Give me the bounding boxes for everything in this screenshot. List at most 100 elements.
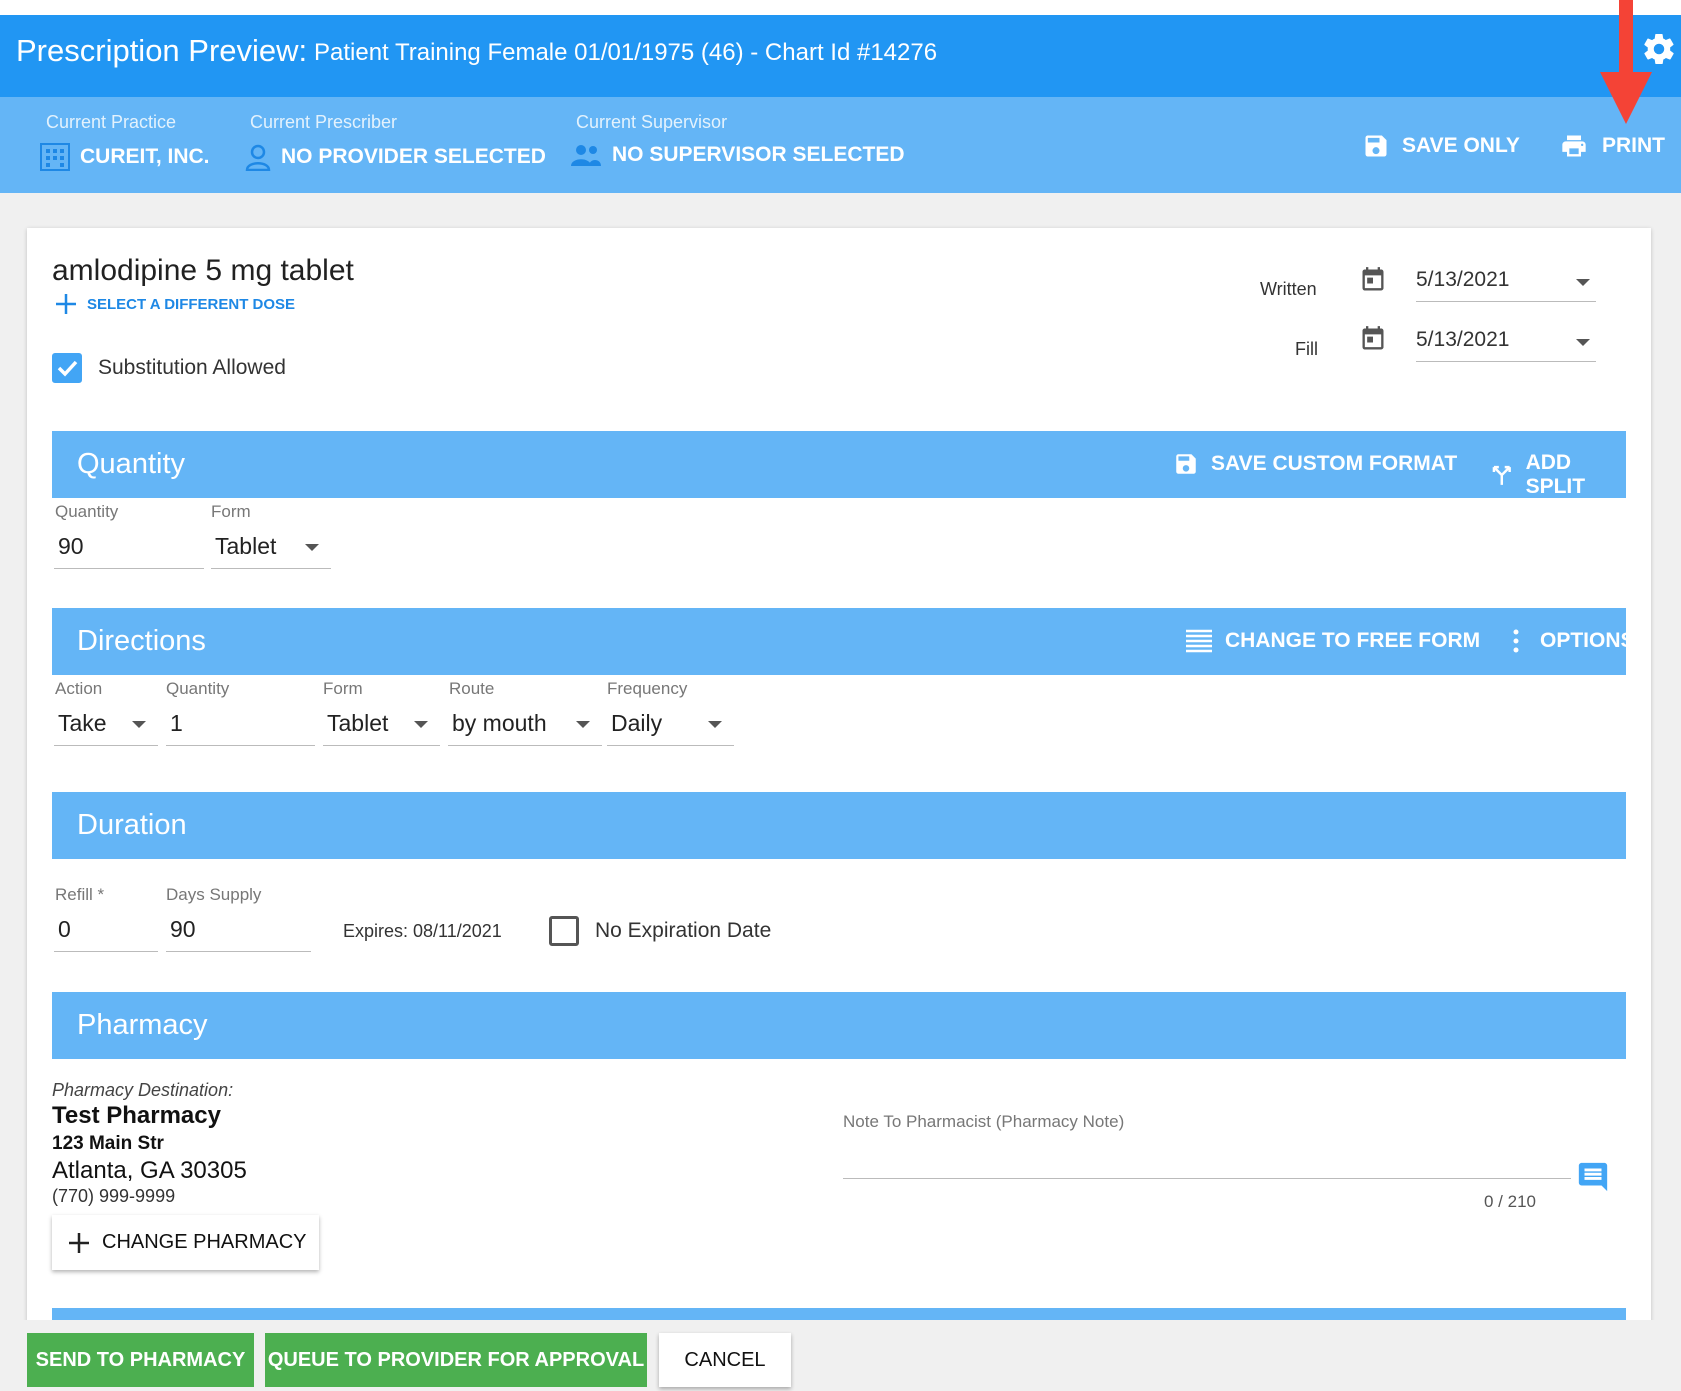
duration-title: Duration (77, 809, 187, 841)
queue-to-provider-button[interactable]: QUEUE TO PROVIDER FOR APPROVAL (265, 1333, 647, 1387)
pharmacy-section-header: Pharmacy (52, 992, 1626, 1059)
form-select[interactable]: Tablet (211, 525, 331, 569)
print-button[interactable]: PRINT (1558, 132, 1665, 160)
free-form-icon (1186, 629, 1212, 653)
practice-selector[interactable]: CUREIT, INC. (40, 143, 210, 171)
directions-quantity-input[interactable]: 1 (166, 702, 315, 746)
chevron-down-icon (1576, 279, 1590, 286)
frequency-select[interactable]: Daily (607, 702, 734, 746)
quantity-label: Quantity (55, 502, 119, 521)
directions-quantity-value: 1 (170, 710, 183, 736)
more-vert-icon (1513, 629, 1519, 653)
fill-label: Fill (1295, 339, 1318, 359)
save-only-button[interactable]: SAVE ONLY (1362, 132, 1520, 160)
add-split-button[interactable]: ADD SPLIT (1490, 451, 1626, 499)
no-expiration-checkbox[interactable]: No Expiration Date (549, 916, 771, 946)
chevron-down-icon (576, 721, 590, 728)
refill-input[interactable]: 0 (54, 908, 158, 952)
annotation-arrow-icon (1600, 0, 1652, 124)
pharmacy-address-line2: Atlanta, GA 30305 (52, 1157, 247, 1184)
person-icon (245, 144, 271, 171)
check-icon (57, 360, 78, 377)
directions-form-select[interactable]: Tablet (323, 702, 440, 746)
footer-actions: SEND TO PHARMACY QUEUE TO PROVIDER FOR A… (0, 1320, 1681, 1391)
page-title: Prescription Preview: (16, 33, 308, 68)
select-different-dose-button[interactable]: SELECT A DIFFERENT DOSE (55, 293, 295, 315)
action-select[interactable]: Take (54, 702, 158, 746)
written-date-value: 5/13/2021 (1416, 268, 1510, 291)
pharmacist-note-input[interactable] (843, 1140, 1571, 1178)
patient-info: Patient Training Female 01/01/1975 (46) … (314, 39, 938, 66)
checkbox-unchecked[interactable] (549, 916, 579, 946)
building-icon (40, 143, 70, 171)
printer-icon (1562, 135, 1586, 157)
pharmacist-note-label: Note To Pharmacist (Pharmacy Note) (843, 1112, 1125, 1131)
refill-value: 0 (58, 916, 71, 942)
split-icon (1492, 465, 1511, 485)
quantity-input[interactable]: 90 (54, 525, 204, 569)
no-expiration-label: No Expiration Date (595, 919, 772, 942)
directions-form-label: Form (323, 679, 363, 698)
send-to-pharmacy-button[interactable]: SEND TO PHARMACY (27, 1333, 254, 1387)
change-to-free-form-button[interactable]: CHANGE TO FREE FORM (1185, 628, 1480, 654)
supervisor-value: NO SUPERVISOR SELECTED (612, 143, 905, 166)
fill-date-select[interactable]: 5/13/2021 (1416, 324, 1596, 362)
duration-section-header: Duration (52, 792, 1626, 859)
action-value: Take (58, 710, 107, 736)
print-label: PRINT (1602, 134, 1665, 157)
add-split-label: ADD SPLIT (1525, 451, 1586, 498)
save-custom-label: SAVE CUSTOM FORMAT (1211, 452, 1458, 475)
frequency-value: Daily (611, 710, 663, 736)
calendar-icon[interactable] (1359, 266, 1387, 294)
substitution-allowed-checkbox[interactable]: Substitution Allowed (52, 353, 286, 383)
options-button[interactable]: OPTIONS (1512, 628, 1635, 654)
quantity-value: 90 (58, 533, 84, 559)
change-pharmacy-button[interactable]: CHANGE PHARMACY (52, 1215, 319, 1270)
comment-icon[interactable] (1575, 1160, 1611, 1194)
top-strip (0, 0, 1681, 15)
form-value: Tablet (215, 533, 277, 559)
action-label: Action (55, 679, 103, 698)
refill-label: Refill * (55, 885, 105, 904)
drug-name: amlodipine 5 mg tablet (52, 254, 354, 287)
chevron-down-icon (132, 721, 146, 728)
prescriber-selector[interactable]: NO PROVIDER SELECTED (245, 143, 546, 171)
supervisor-label: Current Supervisor (576, 112, 728, 132)
select-dose-label: SELECT A DIFFERENT DOSE (87, 295, 296, 313)
save-custom-format-button[interactable]: SAVE CUSTOM FORMAT (1173, 451, 1457, 477)
chevron-down-icon (414, 721, 428, 728)
pharmacy-name: Test Pharmacy (52, 1102, 221, 1129)
directions-quantity-label: Quantity (166, 679, 230, 698)
days-supply-label: Days Supply (166, 885, 262, 904)
checkbox-checked[interactable] (52, 353, 82, 383)
written-label: Written (1260, 279, 1317, 299)
pharmacy-title: Pharmacy (77, 1009, 208, 1041)
route-select[interactable]: by mouth (448, 702, 602, 746)
chevron-down-icon (708, 721, 722, 728)
route-value: by mouth (452, 710, 547, 736)
prescriber-label: Current Prescriber (250, 112, 398, 132)
note-char-count: 0 / 210 (1484, 1192, 1536, 1211)
plus-icon (56, 294, 76, 314)
directions-title: Directions (77, 625, 206, 657)
change-pharmacy-label: CHANGE PHARMACY (102, 1231, 307, 1253)
pharmacist-note-underline (843, 1178, 1571, 1179)
frequency-label: Frequency (607, 679, 688, 698)
pharmacy-destination-label: Pharmacy Destination: (52, 1080, 234, 1100)
pharmacy-address-line1: 123 Main Str (52, 1133, 164, 1154)
supervisor-selector[interactable]: NO SUPERVISOR SELECTED (570, 143, 905, 167)
group-icon (571, 145, 601, 166)
directions-form-value: Tablet (327, 710, 389, 736)
directions-section-header: Directions CHANGE TO FREE FORM OPTIONS (52, 608, 1635, 675)
calendar-icon[interactable] (1359, 325, 1387, 353)
save-only-label: SAVE ONLY (1402, 134, 1520, 157)
cancel-button[interactable]: CANCEL (659, 1333, 791, 1387)
days-supply-input[interactable]: 90 (166, 908, 311, 952)
written-date-select[interactable]: 5/13/2021 (1416, 264, 1596, 302)
free-form-label: CHANGE TO FREE FORM (1225, 629, 1481, 652)
save-icon (1365, 135, 1387, 157)
expires-text: Expires: 08/11/2021 (343, 921, 502, 941)
context-bar: Current Practice CUREIT, INC. Current Pr… (0, 97, 1681, 193)
days-supply-value: 90 (170, 916, 196, 942)
plus-icon (69, 1232, 89, 1253)
